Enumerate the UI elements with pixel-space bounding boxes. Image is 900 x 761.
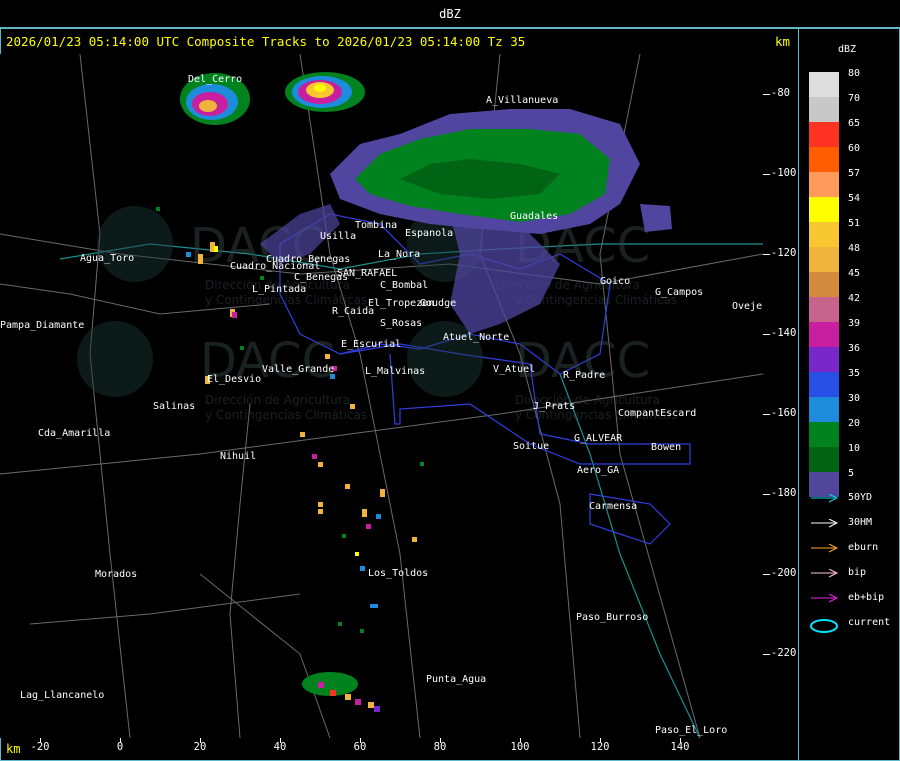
window-title-bar: dBZ xyxy=(0,0,900,28)
arrow-icon xyxy=(811,569,839,578)
legend-value: 48 xyxy=(848,243,861,254)
composite-header: 2026/01/23 05:14:00 UTC Composite Tracks… xyxy=(6,34,526,49)
place-punta-agua: Punta_Agua xyxy=(426,674,486,685)
current-ellipse-icon xyxy=(810,619,838,633)
legend-swatch-80 xyxy=(809,72,839,97)
legend-value: 57 xyxy=(848,168,861,179)
place-morados: Morados xyxy=(95,569,137,580)
legend-swatch-20 xyxy=(809,422,839,447)
svg-text:y Contingencias Climáticas: y Contingencias Climáticas xyxy=(205,293,367,307)
arrow-icon xyxy=(811,544,839,553)
legend-swatch-10 xyxy=(809,447,839,472)
radar-map[interactable]: DACC Dirección de Agricultura y Continge… xyxy=(0,54,763,738)
place-carmensa: Carmensa xyxy=(589,501,637,512)
legend-value: 30 xyxy=(848,393,861,404)
legend-swatch-70 xyxy=(809,97,839,122)
legend-value: 10 xyxy=(848,443,861,454)
place-paso-el-loro: Paso_El_Loro xyxy=(655,725,727,736)
legend-swatch-51 xyxy=(809,222,839,247)
svg-text:y Contingencias Climáticas: y Contingencias Climáticas xyxy=(205,408,367,422)
place-s-rosas: S_Rosas xyxy=(380,318,422,329)
echo-cell-north xyxy=(285,72,365,112)
place-lag-llancanelo: Lag_Llancanelo xyxy=(20,690,104,701)
legend-value: 65 xyxy=(848,118,861,129)
place-paso-burroso: Paso_Burroso xyxy=(576,612,648,623)
place-tombina: Tombina xyxy=(355,220,397,231)
legend-swatch-65 xyxy=(809,122,839,147)
svg-text:Dirección de Agricultura: Dirección de Agricultura xyxy=(205,393,350,407)
place-r-padre: R_Padre xyxy=(563,370,605,381)
legend-value: 20 xyxy=(848,418,861,429)
legend-value: 36 xyxy=(848,343,861,354)
legend-swatch-57 xyxy=(809,172,839,197)
legend-swatch-35 xyxy=(809,372,839,397)
place-cuadro-benegas: Cuadro_Benegas xyxy=(266,254,350,265)
place-usilla: Usilla xyxy=(320,231,356,242)
legend-value: 42 xyxy=(848,293,861,304)
place-e-escurial: E_Escurial xyxy=(341,339,401,350)
legend-value: 70 xyxy=(848,93,861,104)
place-aero-ga: Aero_GA xyxy=(577,465,619,476)
place-l-pintada: L_Pintada xyxy=(252,284,306,295)
legend-value: 35 xyxy=(848,368,861,379)
legend-swatch-42 xyxy=(809,297,839,322)
legend-value: 45 xyxy=(848,268,861,279)
place-del-cerro: Del_Cerro xyxy=(188,74,242,85)
arrow-icon xyxy=(811,519,839,528)
place-espanola: Espanola xyxy=(405,228,453,239)
place-compantescard: CompantEscard xyxy=(618,408,696,419)
place-a-villanueva: A_Villanueva xyxy=(486,95,558,106)
legend-swatch-45 xyxy=(809,272,839,297)
place-goico: Goico xyxy=(600,276,630,287)
legend-swatch-48 xyxy=(809,247,839,272)
place-la-nora: La_Nora xyxy=(378,249,420,260)
place-soitue: Soitue xyxy=(513,441,549,452)
arrow-icon xyxy=(811,494,839,503)
place-salinas: Salinas xyxy=(153,401,195,412)
place-r-caida: R_Caida xyxy=(332,306,374,317)
place-valle-grande: Valle_Grande xyxy=(262,364,334,375)
place-agua-toro: Agua_Toro xyxy=(80,253,134,264)
legend-swatch-39 xyxy=(809,322,839,347)
legend-value: 80 xyxy=(848,68,861,79)
legend-value: 54 xyxy=(848,193,861,204)
place-bowen: Bowen xyxy=(651,442,681,453)
legend-swatch-54 xyxy=(809,197,839,222)
place-l-malvinas: L_Malvinas xyxy=(365,366,425,377)
legend-swatch-36 xyxy=(809,347,839,372)
place-j-prats: J_Prats xyxy=(533,401,575,412)
place-ovejero: Ovejero xyxy=(732,301,763,312)
place-guadales: Guadales xyxy=(510,211,558,222)
legend-title: dBZ xyxy=(838,44,857,55)
place-v-atuel: V_Atuel xyxy=(493,364,535,375)
place-cda-amarilla: Cda_Amarilla xyxy=(38,428,110,439)
place-el-desvio: El_Desvio xyxy=(207,374,261,385)
legend-value: 60 xyxy=(848,143,861,154)
place-pampa-diamante: Pampa_Diamante xyxy=(0,320,84,331)
km-unit-top: km xyxy=(775,34,791,49)
place-goudge: Goudge xyxy=(420,298,456,309)
window-title: dBZ xyxy=(439,7,461,21)
dbz-color-scale xyxy=(809,72,839,497)
place-los-toldos: Los_Toldos xyxy=(368,568,428,579)
place-g-alvear: G_ALVEAR xyxy=(574,433,623,444)
legend-value: 51 xyxy=(848,218,861,229)
legend-value: 39 xyxy=(848,318,861,329)
place-c-bombal: C_Bombal xyxy=(380,280,428,291)
place-san-rafael: SAN_RAFAEL xyxy=(337,268,397,279)
km-unit-bottom: km xyxy=(6,742,21,756)
legend-value: 5 xyxy=(848,468,855,479)
place-nihuil: Nihuil xyxy=(220,451,256,462)
legend-swatch-30 xyxy=(809,397,839,422)
legend-swatch-60 xyxy=(809,147,839,172)
place-g-campos: G_Campos xyxy=(655,287,703,298)
arrow-icon xyxy=(811,594,839,603)
place-atuel-norte: Atuel_Norte xyxy=(443,332,509,343)
